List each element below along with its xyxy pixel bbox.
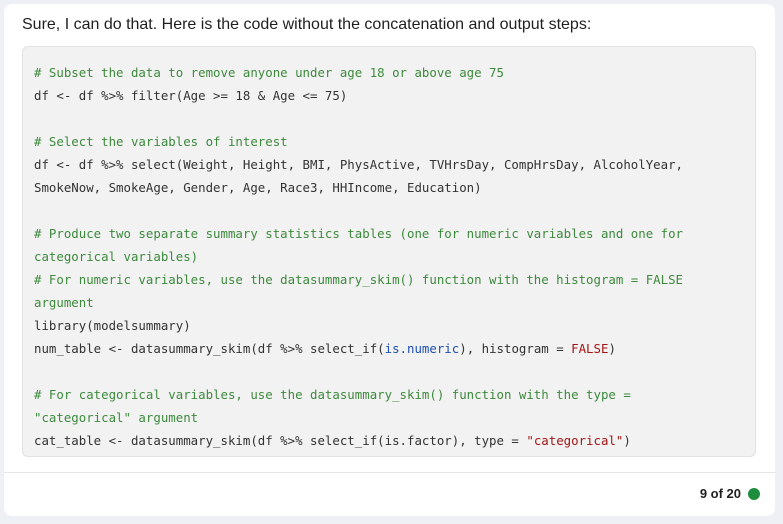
- code-comment: # Select the variables of interest: [34, 134, 288, 149]
- code-comment: # For categorical variables, use the dat…: [34, 387, 631, 402]
- code-line: df <- df %>% select(Weight, Height, BMI,…: [34, 157, 684, 172]
- code-line: num_table <- datasummary_skim(df %>% sel…: [34, 337, 616, 360]
- footer-divider: [4, 472, 775, 473]
- code-comment: categorical variables): [34, 249, 199, 264]
- code-comment: # For numeric variables, use the datasum…: [34, 272, 684, 287]
- code-token: ), histogram =: [459, 341, 572, 356]
- code-token-keyword: is.numeric: [384, 341, 460, 356]
- code-comment: # Produce two separate summary statistic…: [34, 226, 684, 241]
- code-token: ): [608, 341, 616, 356]
- code-comment: argument: [34, 295, 94, 310]
- code-token: ): [623, 433, 631, 448]
- response-card: Sure, I can do that. Here is the code wi…: [4, 4, 775, 516]
- code-token: num_table <- datasummary_skim(df %>% sel…: [34, 341, 385, 356]
- code-line: SmokeNow, SmokeAge, Gender, Age, Race3, …: [34, 180, 482, 195]
- code-comment: # Subset the data to remove anyone under…: [34, 65, 504, 80]
- code-comment: "categorical" argument: [34, 410, 199, 425]
- code-line: cat_table <- datasummary_skim(df %>% sel…: [34, 429, 631, 452]
- code-token: cat_table <- datasummary_skim(df %>% sel…: [34, 433, 527, 448]
- code-token-literal: FALSE: [571, 341, 609, 356]
- response-counter: 9 of 20: [699, 486, 741, 501]
- code-token-string: "categorical": [526, 433, 624, 448]
- status-dot-icon: [748, 488, 760, 500]
- code-line: df <- df %>% filter(Age >= 18 & Age <= 7…: [34, 88, 348, 103]
- response-intro: Sure, I can do that. Here is the code wi…: [22, 16, 592, 33]
- code-line: library(modelsummary): [34, 318, 191, 333]
- code-block[interactable]: # Subset the data to remove anyone under…: [22, 46, 756, 457]
